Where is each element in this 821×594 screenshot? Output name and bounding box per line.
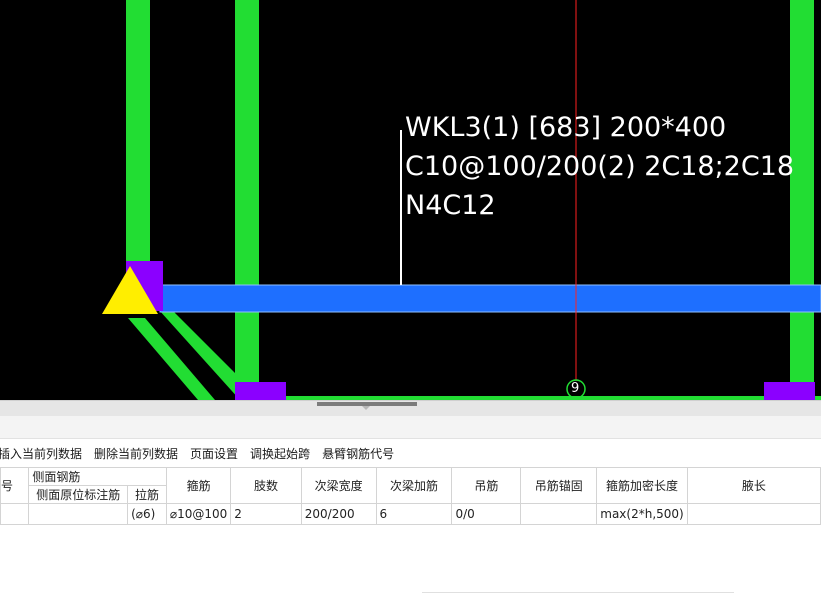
- cantilever-rebar-code-button[interactable]: 悬臂钢筋代号: [316, 445, 400, 462]
- cell-number[interactable]: [0, 503, 30, 525]
- cell-dense-length[interactable]: max(2*h,500): [596, 503, 688, 525]
- rebar-table: 号 侧面钢筋 箍筋 肢数 次梁宽度 次梁加筋 吊筋 吊筋锚固 箍筋加密长度 腋长…: [0, 467, 821, 525]
- col-header-side-rebar[interactable]: 侧面钢筋: [28, 467, 167, 486]
- col-header-haunch[interactable]: 腋长: [686, 467, 821, 504]
- cell-side-annotation[interactable]: [28, 503, 129, 525]
- selected-beam-wkl3[interactable]: [159, 284, 821, 313]
- right-column[interactable]: [790, 0, 814, 400]
- col-header-hanger[interactable]: 吊筋: [451, 467, 522, 504]
- diagonal-beam-lower[interactable]: [128, 318, 215, 400]
- collapse-arrow-icon[interactable]: [362, 406, 370, 410]
- insert-column-data-button[interactable]: 插入当前列数据: [0, 445, 88, 462]
- middle-column[interactable]: [235, 0, 259, 400]
- left-column[interactable]: [126, 0, 150, 290]
- swap-start-span-button[interactable]: 调换起始跨: [244, 445, 316, 462]
- beam-annotation-line-1[interactable]: WKL3(1) [683] 200*400: [405, 114, 726, 141]
- col-header-secondary-add[interactable]: 次梁加筋: [375, 467, 453, 504]
- column-cap-bottom-middle[interactable]: [235, 382, 286, 400]
- col-header-number[interactable]: 号: [0, 467, 30, 504]
- cell-haunch[interactable]: [686, 503, 821, 525]
- cell-tie-bar[interactable]: (⌀6): [127, 503, 167, 525]
- cell-hanger-anchor[interactable]: [520, 503, 598, 525]
- table-row[interactable]: (⌀6) ⌀10@100 2 200/200 6 0/0 max(2*h,500…: [0, 503, 821, 525]
- col-header-legs[interactable]: 肢数: [230, 467, 302, 504]
- axis-label-9: 9: [571, 381, 580, 396]
- beam-annotation-line-3[interactable]: N4C12: [405, 192, 496, 219]
- col-header-tie-bar[interactable]: 拉筋: [127, 485, 167, 504]
- divider: [422, 592, 734, 593]
- col-header-secondary-width[interactable]: 次梁宽度: [300, 467, 377, 504]
- col-header-stirrup[interactable]: 箍筋: [165, 467, 232, 504]
- cell-legs[interactable]: 2: [230, 503, 302, 525]
- panel-header-bar: [0, 416, 821, 439]
- beam-annotation-line-2[interactable]: C10@100/200(2) 2C18;2C18: [405, 153, 794, 180]
- col-header-side-annotation[interactable]: 侧面原位标注筋: [28, 485, 129, 504]
- cell-secondary-add[interactable]: 6: [375, 503, 453, 525]
- panel-splitter[interactable]: [0, 400, 821, 416]
- cell-hanger[interactable]: 0/0: [451, 503, 522, 525]
- page-setup-button[interactable]: 页面设置: [184, 445, 244, 462]
- cell-secondary-width[interactable]: 200/200: [300, 503, 377, 525]
- column-cap-bottom-right[interactable]: [764, 382, 815, 400]
- col-header-dense-length[interactable]: 箍筋加密长度: [596, 467, 688, 504]
- col-header-hanger-anchor[interactable]: 吊筋锚固: [520, 467, 598, 504]
- table-toolbar: 插入当前列数据 删除当前列数据 页面设置 调换起始跨 悬臂钢筋代号: [0, 439, 821, 467]
- delete-column-data-button[interactable]: 删除当前列数据: [88, 445, 184, 462]
- cell-stirrup[interactable]: ⌀10@100: [165, 503, 232, 525]
- cad-drawing-canvas[interactable]: WKL3(1) [683] 200*400 C10@100/200(2) 2C1…: [0, 0, 821, 400]
